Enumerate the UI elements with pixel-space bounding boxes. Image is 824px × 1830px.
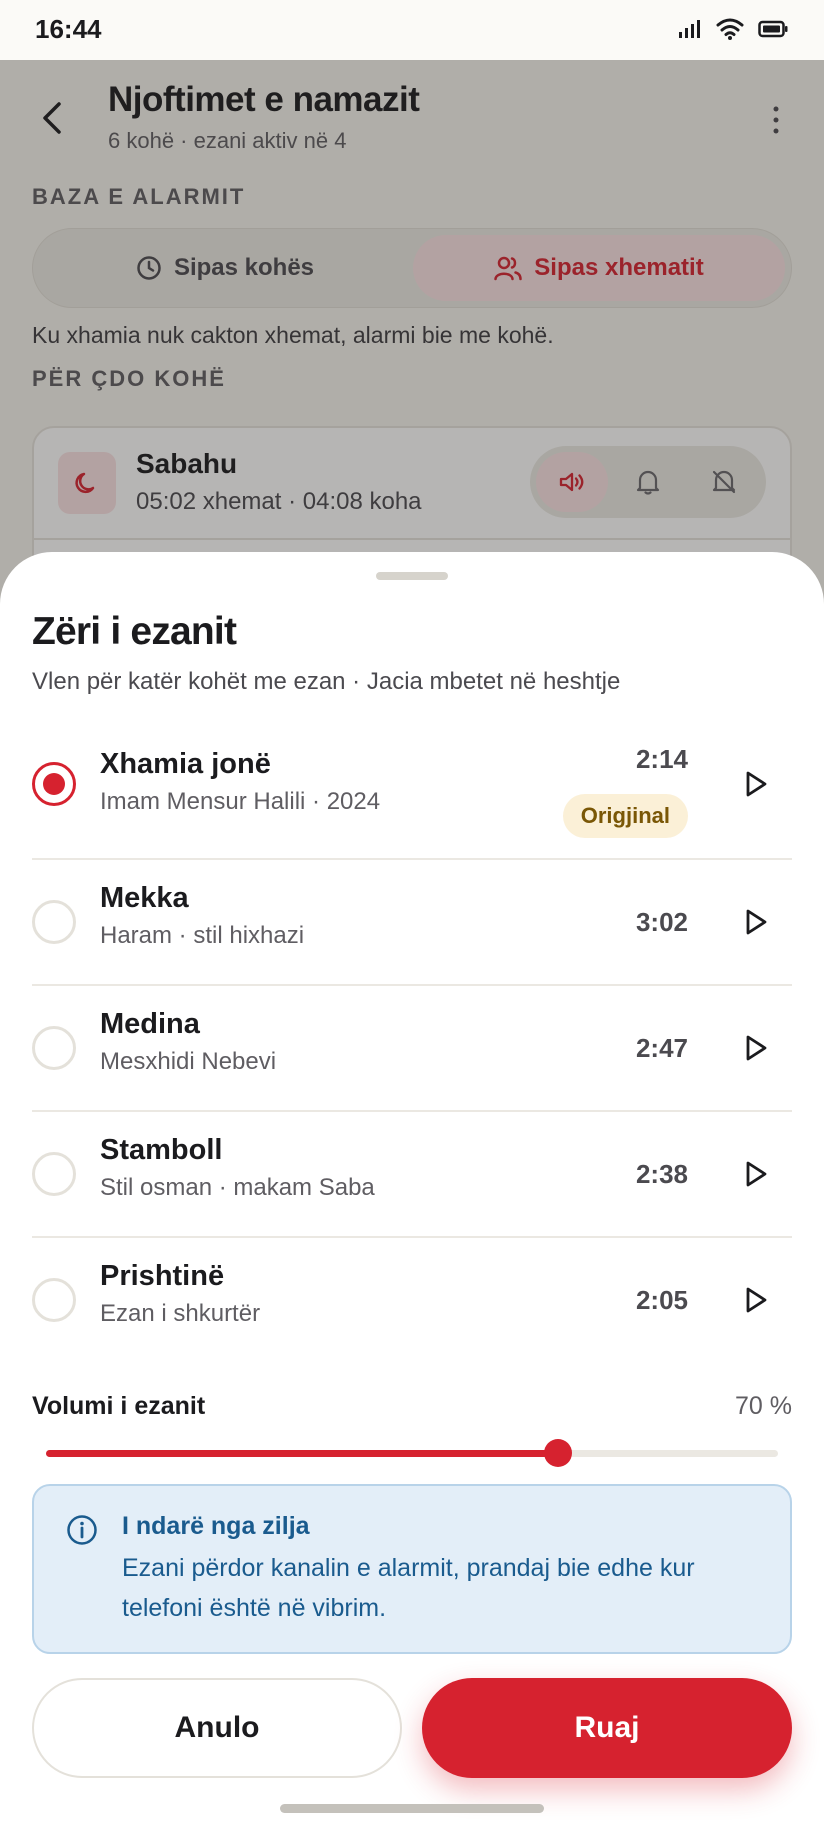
battery-icon bbox=[758, 20, 788, 38]
sound-option-row[interactable]: Xhamia jonë Imam Mensur Halili · 2024 2:… bbox=[32, 728, 792, 860]
play-preview-button[interactable] bbox=[736, 902, 776, 942]
radio-unselected[interactable] bbox=[32, 1152, 76, 1196]
volume-slider-fill bbox=[46, 1450, 559, 1457]
play-icon bbox=[746, 1161, 767, 1187]
sound-option-duration: 2:05 bbox=[635, 1285, 688, 1315]
play-preview-button[interactable] bbox=[736, 1154, 776, 1194]
volume-slider-thumb[interactable] bbox=[544, 1439, 573, 1467]
home-indicator bbox=[280, 1804, 544, 1813]
sound-option-title: Prishtinë bbox=[100, 1260, 225, 1292]
sound-option-title: Stamboll bbox=[100, 1134, 223, 1166]
adhan-sound-sheet: Zëri i ezanit Vlen për katër kohët me ez… bbox=[0, 552, 824, 1830]
sound-option-row[interactable]: Stamboll Stil osman · makam Saba 2:38 bbox=[32, 1112, 792, 1238]
radio-unselected[interactable] bbox=[32, 900, 76, 944]
info-title: I ndarë nga zilja bbox=[122, 1512, 310, 1540]
sound-option-duration: 3:02 bbox=[635, 907, 688, 937]
play-preview-button[interactable] bbox=[736, 764, 776, 804]
volume-value: 70 % bbox=[735, 1392, 792, 1420]
info-icon bbox=[67, 1515, 97, 1545]
sound-option-title: Mekka bbox=[100, 882, 189, 914]
sound-option-title: Medina bbox=[100, 1008, 200, 1040]
sound-option-duration: 2:47 bbox=[635, 1033, 688, 1063]
sound-option-subtitle: Stil osman · makam Saba bbox=[100, 1174, 375, 1201]
play-icon bbox=[746, 909, 767, 935]
status-time: 16:44 bbox=[35, 14, 102, 44]
original-badge: Origjinal bbox=[562, 794, 688, 838]
play-icon bbox=[746, 1287, 767, 1313]
adhan-sound-list: Xhamia jonë Imam Mensur Halili · 2024 2:… bbox=[32, 728, 792, 1364]
info-text: Ezani përdor kanalin e alarmit, prandaj … bbox=[122, 1554, 695, 1622]
sound-option-subtitle: Mesxhidi Nebevi bbox=[100, 1048, 277, 1075]
sound-option-duration: 2:14 bbox=[635, 744, 688, 774]
sound-option-subtitle: Ezan i shkurtër bbox=[100, 1300, 261, 1327]
sound-option-row[interactable]: Prishtinë Ezan i shkurtër 2:05 bbox=[32, 1238, 792, 1364]
volume-label: Volumi i ezanit bbox=[32, 1392, 206, 1420]
radio-selected[interactable] bbox=[32, 762, 76, 806]
save-button[interactable]: Ruaj bbox=[422, 1678, 792, 1778]
info-callout: I ndarë nga zilja Ezani përdor kanalin e… bbox=[32, 1484, 792, 1654]
sound-option-row[interactable]: Medina Mesxhidi Nebevi 2:47 bbox=[32, 986, 792, 1112]
cancel-button[interactable]: Anulo bbox=[32, 1678, 402, 1778]
sound-option-row[interactable]: Mekka Haram · stil hixhazi 3:02 bbox=[32, 860, 792, 986]
sound-option-subtitle: Imam Mensur Halili · 2024 bbox=[100, 788, 381, 815]
play-icon bbox=[746, 771, 767, 797]
sheet-title: Zëri i ezanit bbox=[32, 610, 237, 653]
play-preview-button[interactable] bbox=[736, 1028, 776, 1068]
sound-option-title: Xhamia jonë bbox=[100, 748, 271, 780]
sheet-drag-handle[interactable] bbox=[376, 572, 448, 580]
radio-unselected[interactable] bbox=[32, 1278, 76, 1322]
sound-option-subtitle: Haram · stil hixhazi bbox=[100, 922, 305, 949]
play-preview-button[interactable] bbox=[736, 1280, 776, 1320]
status-bar: 16:44 bbox=[0, 0, 824, 60]
radio-unselected[interactable] bbox=[32, 1026, 76, 1070]
sound-option-duration: 2:38 bbox=[635, 1159, 688, 1189]
volume-slider[interactable] bbox=[46, 1439, 778, 1467]
wifi-icon bbox=[716, 18, 744, 40]
signal-icon bbox=[679, 20, 700, 38]
play-icon bbox=[746, 1035, 767, 1061]
status-icons bbox=[678, 18, 788, 40]
sheet-subtitle: Vlen për katër kohët me ezan · Jacia mbe… bbox=[32, 668, 621, 695]
